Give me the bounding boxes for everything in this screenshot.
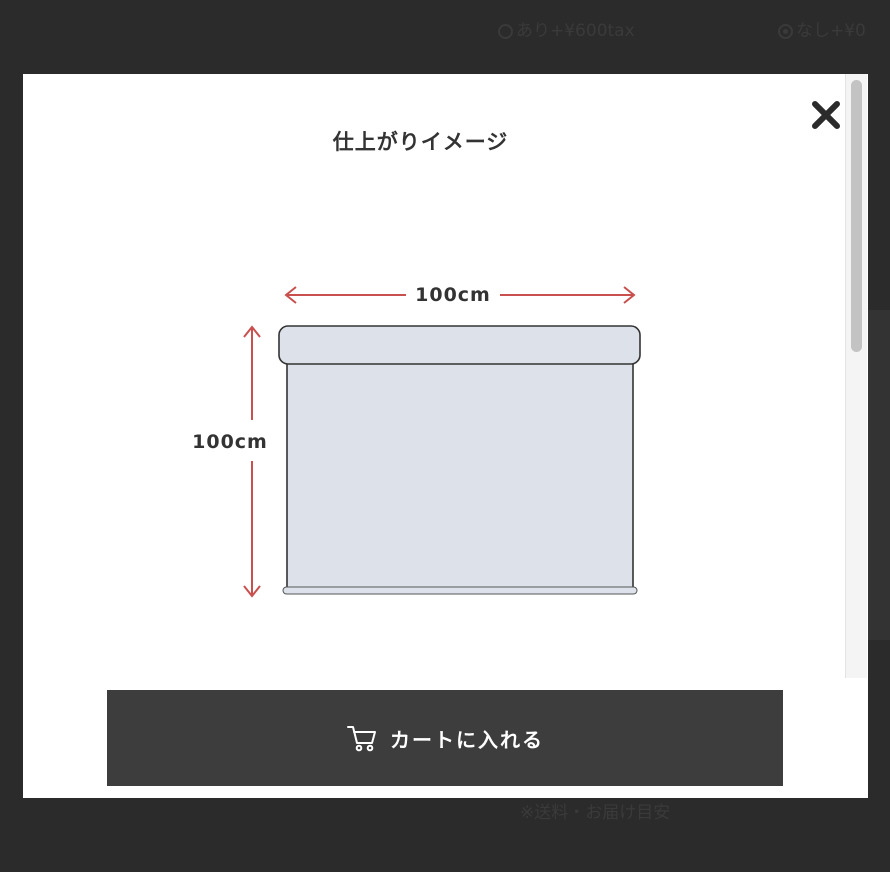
radio-selected-icon: [778, 24, 793, 39]
blind-bottom-bar: [282, 586, 638, 595]
background-option-yes-label: あり+¥600tax: [516, 21, 635, 41]
height-arrow: [243, 325, 261, 598]
background-option-yes: あり+¥600tax: [498, 16, 635, 41]
modal-title: 仕上がりイメージ: [332, 130, 509, 154]
height-label: 100cm: [192, 431, 268, 453]
blind-fabric: [286, 359, 634, 589]
close-button[interactable]: [808, 97, 844, 133]
radio-icon: [498, 24, 513, 39]
width-label: 100cm: [415, 284, 491, 306]
add-to-cart-label: カートに入れる: [390, 727, 544, 752]
blind-diagram: 100cm 100cm: [192, 284, 641, 598]
background-option-no: なし+¥0: [778, 16, 866, 41]
background-panel: [868, 310, 890, 640]
add-to-cart-button[interactable]: カートに入れる: [107, 690, 783, 786]
blind-roller: [278, 325, 641, 365]
background-option-no-label: なし+¥0: [796, 21, 866, 41]
close-icon: [812, 101, 840, 129]
scrollbar-thumb[interactable]: [851, 80, 862, 352]
cart-icon: [346, 723, 378, 753]
background-footer-note: ※送料・お届け目安: [520, 803, 671, 823]
